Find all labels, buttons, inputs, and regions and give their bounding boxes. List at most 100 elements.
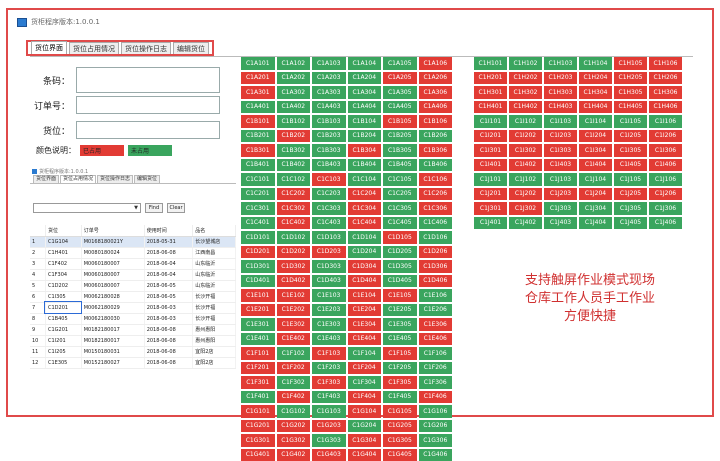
find-button[interactable]: Find (145, 203, 163, 213)
slot-c1h303[interactable]: C1H303 (544, 86, 577, 99)
slot-c1b303[interactable]: C1B303 (312, 144, 346, 157)
slot-c1d406[interactable]: C1D406 (419, 275, 453, 288)
slot-c1h301[interactable]: C1H301 (474, 86, 507, 99)
slot-c1i206[interactable]: C1I206 (649, 130, 682, 143)
slot-c1i406[interactable]: C1I406 (649, 159, 682, 172)
slot-c1c406[interactable]: C1C406 (419, 217, 453, 230)
slot-c1a106[interactable]: C1A106 (419, 57, 453, 70)
slot-c1d203[interactable]: C1D203 (312, 246, 346, 259)
slot-c1j201[interactable]: C1J201 (474, 188, 507, 201)
tab-slot-view[interactable]: 货位界面 (31, 41, 67, 54)
slot-c1f406[interactable]: C1F406 (419, 391, 453, 404)
slot-c1j404[interactable]: C1J404 (579, 217, 612, 230)
slot-c1f206[interactable]: C1F206 (419, 362, 453, 375)
slot-c1h204[interactable]: C1H204 (579, 72, 612, 85)
slot-c1b106[interactable]: C1B106 (419, 115, 453, 128)
slot-c1c402[interactable]: C1C402 (277, 217, 311, 230)
slot-c1b101[interactable]: C1B101 (241, 115, 275, 128)
slot-c1e406[interactable]: C1E406 (419, 333, 453, 346)
slot-c1f204[interactable]: C1F204 (348, 362, 382, 375)
slot-c1a103[interactable]: C1A103 (312, 57, 346, 70)
order-input[interactable] (76, 96, 220, 114)
slot-c1i404[interactable]: C1I404 (579, 159, 612, 172)
slot-c1g104[interactable]: C1G104 (348, 405, 382, 418)
slot-c1g202[interactable]: C1G202 (277, 420, 311, 433)
slot-c1h202[interactable]: C1H202 (509, 72, 542, 85)
slot-c1h306[interactable]: C1H306 (649, 86, 682, 99)
slot-c1a201[interactable]: C1A201 (241, 72, 275, 85)
slot-c1b201[interactable]: C1B201 (241, 130, 275, 143)
slot-c1h101[interactable]: C1H101 (474, 57, 507, 70)
slot-c1f105[interactable]: C1F105 (383, 347, 417, 360)
slot-input[interactable] (76, 121, 220, 139)
slot-c1f302[interactable]: C1F302 (277, 376, 311, 389)
slot-c1c105[interactable]: C1C105 (383, 173, 417, 186)
slot-c1e104[interactable]: C1E104 (348, 289, 382, 302)
slot-c1j405[interactable]: C1J405 (614, 217, 647, 230)
slot-c1c106[interactable]: C1C106 (419, 173, 453, 186)
table-row[interactable]: 7C1D201M00621800292018-06-03长沙开福 (30, 302, 236, 313)
slot-c1b403[interactable]: C1B403 (312, 159, 346, 172)
slot-c1b304[interactable]: C1B304 (348, 144, 382, 157)
table-row[interactable]: 8C1B405M00621800302018-06-03长沙开福 (30, 313, 236, 324)
slot-c1i301[interactable]: C1I301 (474, 144, 507, 157)
slot-c1j205[interactable]: C1J205 (614, 188, 647, 201)
slot-c1i305[interactable]: C1I305 (614, 144, 647, 157)
slot-c1i204[interactable]: C1I204 (579, 130, 612, 143)
slot-c1a403[interactable]: C1A403 (312, 101, 346, 114)
mini-tab-edit-slot[interactable]: 编辑货位 (134, 175, 160, 183)
slot-c1j102[interactable]: C1J102 (509, 173, 542, 186)
slot-c1c201[interactable]: C1C201 (241, 188, 275, 201)
table-row[interactable]: 9C1G201M01821800172018-06-08惠州惠阳 (30, 324, 236, 335)
slot-c1j402[interactable]: C1J402 (509, 217, 542, 230)
slot-c1a406[interactable]: C1A406 (419, 101, 453, 114)
slot-c1h105[interactable]: C1H105 (614, 57, 647, 70)
slot-c1h205[interactable]: C1H205 (614, 72, 647, 85)
slot-c1a303[interactable]: C1A303 (312, 86, 346, 99)
slot-c1c104[interactable]: C1C104 (348, 173, 382, 186)
slot-c1h206[interactable]: C1H206 (649, 72, 682, 85)
slot-c1g106[interactable]: C1G106 (419, 405, 453, 418)
slot-c1f305[interactable]: C1F305 (383, 376, 417, 389)
slot-c1f202[interactable]: C1F202 (277, 362, 311, 375)
slot-c1a405[interactable]: C1A405 (383, 101, 417, 114)
slot-c1a306[interactable]: C1A306 (419, 86, 453, 99)
slot-c1j103[interactable]: C1J103 (544, 173, 577, 186)
slot-c1d101[interactable]: C1D101 (241, 231, 275, 244)
slot-c1f103[interactable]: C1F103 (312, 347, 346, 360)
slot-c1a104[interactable]: C1A104 (348, 57, 382, 70)
slot-c1d302[interactable]: C1D302 (277, 260, 311, 273)
slot-c1f104[interactable]: C1F104 (348, 347, 382, 360)
slot-c1h404[interactable]: C1H404 (579, 101, 612, 114)
slot-c1g206[interactable]: C1G206 (419, 420, 453, 433)
slot-c1c301[interactable]: C1C301 (241, 202, 275, 215)
slot-c1g304[interactable]: C1G304 (348, 434, 382, 447)
slot-c1c403[interactable]: C1C403 (312, 217, 346, 230)
slot-c1e301[interactable]: C1E301 (241, 318, 275, 331)
slot-c1j305[interactable]: C1J305 (614, 202, 647, 215)
table-row[interactable]: 4C1F304M00601800072018-06-04山东临沂 (30, 269, 236, 280)
table-header-4[interactable]: 品名 (193, 225, 236, 236)
slot-c1h406[interactable]: C1H406 (649, 101, 682, 114)
slot-c1e306[interactable]: C1E306 (419, 318, 453, 331)
slot-c1f401[interactable]: C1F401 (241, 391, 275, 404)
slot-c1d104[interactable]: C1D104 (348, 231, 382, 244)
slot-c1b301[interactable]: C1B301 (241, 144, 275, 157)
slot-c1e404[interactable]: C1E404 (348, 333, 382, 346)
slot-c1b401[interactable]: C1B401 (241, 159, 275, 172)
slot-c1j301[interactable]: C1J301 (474, 202, 507, 215)
slot-c1e205[interactable]: C1E205 (383, 304, 417, 317)
slot-c1i203[interactable]: C1I203 (544, 130, 577, 143)
slot-c1i202[interactable]: C1I202 (509, 130, 542, 143)
slot-c1g404[interactable]: C1G404 (348, 449, 382, 461)
slot-c1g303[interactable]: C1G303 (312, 434, 346, 447)
slot-c1i402[interactable]: C1I402 (509, 159, 542, 172)
slot-c1f306[interactable]: C1F306 (419, 376, 453, 389)
slot-c1f102[interactable]: C1F102 (277, 347, 311, 360)
table-header-0[interactable] (30, 225, 45, 236)
slot-c1d301[interactable]: C1D301 (241, 260, 275, 273)
slot-c1h103[interactable]: C1H103 (544, 57, 577, 70)
slot-c1i106[interactable]: C1I106 (649, 115, 682, 128)
slot-c1d401[interactable]: C1D401 (241, 275, 275, 288)
slot-c1d305[interactable]: C1D305 (383, 260, 417, 273)
